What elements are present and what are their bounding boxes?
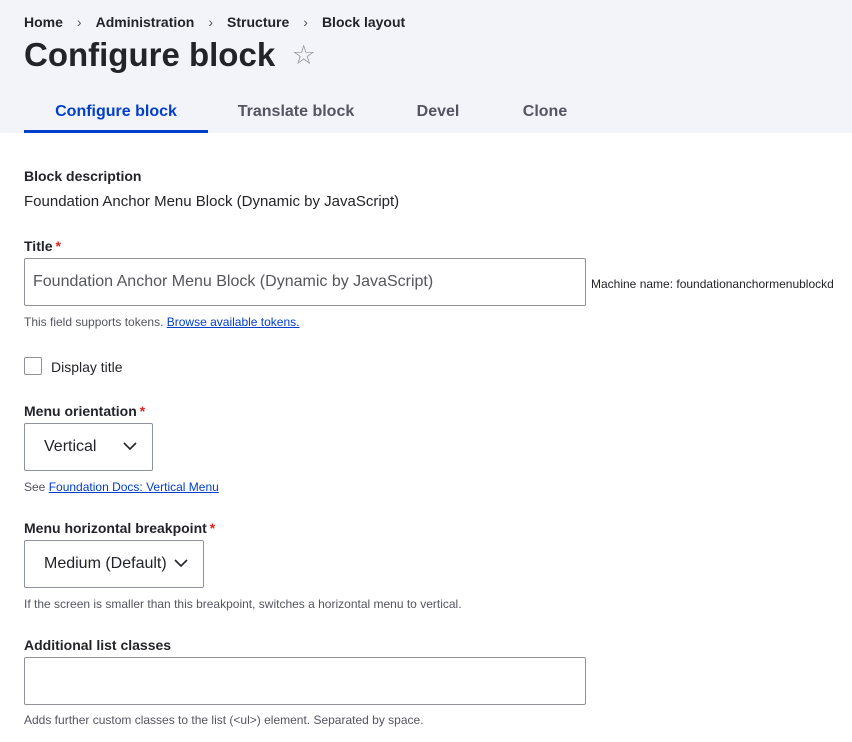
menu-orientation-label-text: Menu orientation <box>24 403 137 419</box>
breadcrumb-structure[interactable]: Structure <box>227 14 289 30</box>
breadcrumb-block-layout[interactable]: Block layout <box>322 14 405 30</box>
page-title: Configure block <box>24 36 276 73</box>
menu-orientation-select[interactable]: Vertical <box>24 423 153 471</box>
title-help-prefix: This field supports tokens. <box>24 315 164 329</box>
required-marker: * <box>55 238 61 254</box>
menu-breakpoint-help: If the screen is smaller than this break… <box>24 597 462 611</box>
tab-translate-block[interactable]: Translate block <box>224 90 368 133</box>
menu-orientation-help-prefix: See <box>24 480 46 494</box>
menu-orientation-help: See Foundation Docs: Vertical Menu <box>24 480 219 494</box>
breadcrumb: Home › Administration › Structure › Block layo… <box>24 14 405 30</box>
star-shortcut-icon[interactable]: ☆ <box>292 40 316 71</box>
tab-clone[interactable]: Clone <box>508 90 582 133</box>
tab-configure-block[interactable]: Configure block <box>24 90 208 133</box>
menu-orientation-selected: Vertical <box>44 438 97 455</box>
breadcrumb-home[interactable]: Home <box>24 14 63 30</box>
breadcrumb-administration[interactable]: Administration <box>96 14 195 30</box>
menu-breakpoint-label-text: Menu horizontal breakpoint <box>24 520 207 536</box>
menu-breakpoint-select[interactable]: Medium (Default) <box>24 540 204 588</box>
page-header: Home › Administration › Structure › Block layo… <box>0 0 852 133</box>
required-marker: * <box>139 403 146 419</box>
foundation-docs-link[interactable]: Foundation Docs: Vertical Menu <box>49 480 219 494</box>
title-input[interactable]: Foundation Anchor Menu Block (Dynamic by… <box>24 258 586 306</box>
breadcrumb-separator-icon: › <box>303 14 308 30</box>
display-title-checkbox[interactable] <box>24 357 42 375</box>
machine-name-label: Machine name: foundationanchormenublockd <box>591 277 834 291</box>
title-help-text: This field supports tokens. Browse avail… <box>24 315 300 329</box>
block-description-value: Foundation Anchor Menu Block (Dynamic by… <box>24 193 400 210</box>
menu-breakpoint-label: Menu horizontal breakpoint * <box>24 520 215 536</box>
display-title-label[interactable]: Display title <box>51 359 123 375</box>
block-description-label: Block description <box>24 168 142 184</box>
breadcrumb-separator-icon: › <box>76 14 82 30</box>
additional-classes-help: Adds further custom classes to the list … <box>24 713 424 727</box>
additional-classes-input[interactable] <box>24 657 586 705</box>
required-marker: * <box>209 520 216 536</box>
menu-breakpoint-selected: Medium (Default) <box>44 555 167 572</box>
chevron-down-icon <box>174 559 188 568</box>
page-title-row: Configure block ☆ <box>24 36 316 74</box>
menu-orientation-label: Menu orientation * <box>24 403 145 419</box>
additional-classes-label: Additional list classes <box>24 637 172 653</box>
chevron-down-icon <box>123 442 137 451</box>
title-label: Title * <box>24 238 61 254</box>
breadcrumb-separator-icon: › <box>208 14 214 30</box>
browse-tokens-link[interactable]: Browse available tokens. <box>167 315 300 329</box>
tab-devel[interactable]: Devel <box>400 90 476 133</box>
title-label-text: Title <box>24 238 53 254</box>
